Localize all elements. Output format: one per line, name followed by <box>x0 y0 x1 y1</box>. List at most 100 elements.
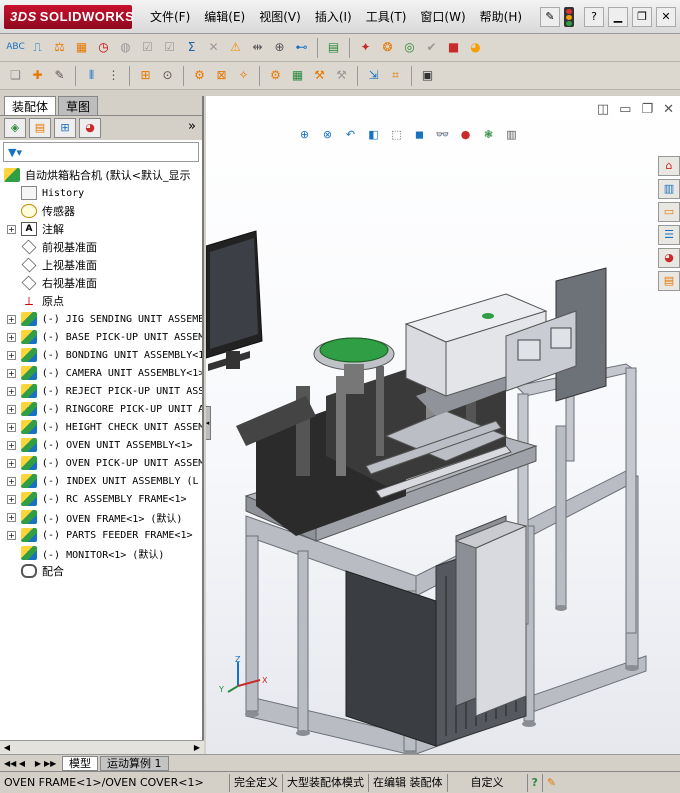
expand-icon[interactable]: + <box>7 440 16 450</box>
expand-icon[interactable]: + <box>7 458 16 468</box>
first-tab-icon[interactable]: ◀◀ <box>4 759 16 768</box>
insert-component-icon[interactable]: ❏ <box>6 66 25 85</box>
check-icon[interactable]: ◷ <box>94 38 113 57</box>
prev-tab-icon[interactable]: ◀ <box>16 759 28 768</box>
pushpin-icon[interactable]: ✎ <box>540 7 560 27</box>
gray-tool-3-icon[interactable]: ☑ <box>160 38 179 57</box>
clearance-icon[interactable]: ⇹ <box>248 38 267 57</box>
menu-file[interactable]: 文件(F) <box>150 8 190 25</box>
tree-item[interactable]: ⟂ 原点 <box>0 292 202 310</box>
new-part-icon[interactable]: ✚ <box>28 66 47 85</box>
rotate-component-icon[interactable]: ⊙ <box>158 66 177 85</box>
scroll-left-icon[interactable]: ◀ <box>1 742 13 753</box>
tab-model[interactable]: 模型 <box>62 755 98 771</box>
expand-icon[interactable]: + <box>7 368 16 378</box>
tab-motion-study[interactable]: 运动算例 1 <box>100 755 169 771</box>
tree-item[interactable]: + (-) OVEN PICK-UP UNIT ASSEM <box>0 454 202 472</box>
explode-view-icon[interactable]: ⊠ <box>212 66 231 85</box>
last-tab-icon[interactable]: ▶▶ <box>44 759 56 768</box>
instant3d-icon[interactable]: ⚒ <box>332 66 351 85</box>
tree-item[interactable]: + (-) RINGCORE PICK-UP UNIT A <box>0 400 202 418</box>
tree-item[interactable]: + (-) OVEN FRAME<1> (默认) <box>0 508 202 526</box>
expand-icon[interactable]: + <box>7 530 16 540</box>
warning-icon[interactable]: ⚠ <box>226 38 245 57</box>
expand-icon[interactable]: + <box>7 476 16 486</box>
edit-component-icon[interactable]: ✎ <box>50 66 69 85</box>
display-pane-icon[interactable]: ◕ <box>466 38 485 57</box>
menu-view[interactable]: 视图(V) <box>259 8 301 25</box>
status-help-icon[interactable]: ? <box>528 773 543 792</box>
selection-tool-icon[interactable]: ⊷ <box>292 38 311 57</box>
tree-item[interactable]: 右视基准面 <box>0 274 202 292</box>
smart-fasteners-icon[interactable]: ⚙ <box>190 66 209 85</box>
minimize-icon[interactable]: ▁ <box>608 7 628 27</box>
next-tab-icon[interactable]: ▶ <box>32 759 44 768</box>
menu-insert[interactable]: 插入(I) <box>315 8 352 25</box>
tree-filter[interactable]: ▼▾ <box>3 142 199 162</box>
tab-assembly[interactable]: 装配体 <box>4 96 57 115</box>
feature-manager-tab-icon[interactable]: ◈ <box>4 118 26 138</box>
menu-window[interactable]: 窗口(W) <box>420 8 465 25</box>
menu-tools[interactable]: 工具(T) <box>366 8 407 25</box>
large-assembly-icon[interactable]: ▣ <box>418 66 437 85</box>
equations-icon[interactable]: Σ <box>182 38 201 57</box>
move-component-icon[interactable]: ⊞ <box>136 66 155 85</box>
chevron-right-icon[interactable]: » <box>188 119 196 134</box>
tree-item[interactable]: (-) MONITOR<1> (默认) <box>0 544 202 562</box>
property-manager-tab-icon[interactable]: ▤ <box>29 118 51 138</box>
render-icon[interactable]: ◎ <box>400 38 419 57</box>
color-icon[interactable]: ■ <box>444 38 463 57</box>
spellcheck-icon[interactable]: ABC <box>6 38 25 57</box>
tree-item[interactable]: 配合 <box>0 562 202 580</box>
configuration-manager-tab-icon[interactable]: ⊞ <box>54 118 76 138</box>
tree-item[interactable]: + (-) PARTS FEEDER FRAME<1> <box>0 526 202 544</box>
menu-help[interactable]: 帮助(H) <box>480 8 522 25</box>
solidworks-logo[interactable]: 3DS SOLIDWORKS <box>4 5 134 29</box>
gray-tool-1-icon[interactable]: ◍ <box>116 38 135 57</box>
tree-item[interactable]: + (-) BASE PICK-UP UNIT ASSEM <box>0 328 202 346</box>
tree-item[interactable]: + (-) CAMERA UNIT ASSEMBLY<1> <box>0 364 202 382</box>
display-manager-tab-icon[interactable]: ◕ <box>79 118 101 138</box>
tree-item[interactable]: + (-) INDEX UNIT ASSEMBLY (L <box>0 472 202 490</box>
tree-item[interactable]: 前视基准面 <box>0 238 202 256</box>
measure-icon[interactable]: ⎍ <box>28 38 47 57</box>
gray-tool-2-icon[interactable]: ☑ <box>138 38 157 57</box>
new-motion-study-icon[interactable]: ⚙ <box>266 66 285 85</box>
mate-icon[interactable]: ⫴ <box>82 66 101 85</box>
mass-properties-icon[interactable]: ⚖ <box>50 38 69 57</box>
menu-edit[interactable]: 编辑(E) <box>204 8 245 25</box>
panel-hscrollbar[interactable]: ◀ ▶ <box>0 740 204 754</box>
exploded-line-icon[interactable]: ⚒ <box>310 66 329 85</box>
restore-icon[interactable]: ❐ <box>632 7 652 27</box>
tree-item[interactable]: + (-) OVEN UNIT ASSEMBLY<1> <box>0 436 202 454</box>
expand-icon[interactable]: + <box>7 386 16 396</box>
tab-sketch[interactable]: 草图 <box>58 96 99 115</box>
help-icon[interactable]: ? <box>584 7 604 27</box>
expand-icon[interactable]: + <box>7 512 16 522</box>
close-icon[interactable]: ✕ <box>656 7 676 27</box>
machine-model[interactable] <box>206 96 680 754</box>
appearance-icon[interactable]: ❂ <box>378 38 397 57</box>
tree-item[interactable]: 传感器 <box>0 202 202 220</box>
tree-item[interactable]: History <box>0 184 202 202</box>
reference-geometry-icon[interactable]: ✧ <box>234 66 253 85</box>
check-disabled-icon[interactable]: ✔ <box>422 38 441 57</box>
speedpak-icon[interactable]: ⇲ <box>364 66 383 85</box>
tree-item[interactable]: + (-) JIG SENDING UNIT ASSEMB <box>0 310 202 328</box>
snapshot-icon[interactable]: ⌗ <box>386 66 405 85</box>
tree-item[interactable]: + (-) RC ASSEMBLY FRAME<1> <box>0 490 202 508</box>
filter-icon[interactable]: ▼▾ <box>8 146 22 159</box>
tree-item[interactable]: + (-) HEIGHT CHECK UNIT ASSEM <box>0 418 202 436</box>
status-units[interactable]: 自定义 <box>448 773 528 792</box>
linear-pattern-icon[interactable]: ⋮ <box>104 66 123 85</box>
tag-icon[interactable]: ✎ <box>543 774 560 792</box>
expand-icon[interactable]: + <box>7 350 16 360</box>
expand-icon[interactable]: + <box>7 314 16 324</box>
scroll-right-icon[interactable]: ▶ <box>191 742 203 753</box>
tree-item[interactable]: + (-) REJECT PICK-UP UNIT ASS <box>0 382 202 400</box>
hole-align-icon[interactable]: ⊕ <box>270 38 289 57</box>
expand-icon[interactable]: + <box>7 332 16 342</box>
bill-of-materials-icon[interactable]: ▦ <box>288 66 307 85</box>
section-props-icon[interactable]: ▦ <box>72 38 91 57</box>
expand-icon[interactable]: + <box>7 224 16 234</box>
